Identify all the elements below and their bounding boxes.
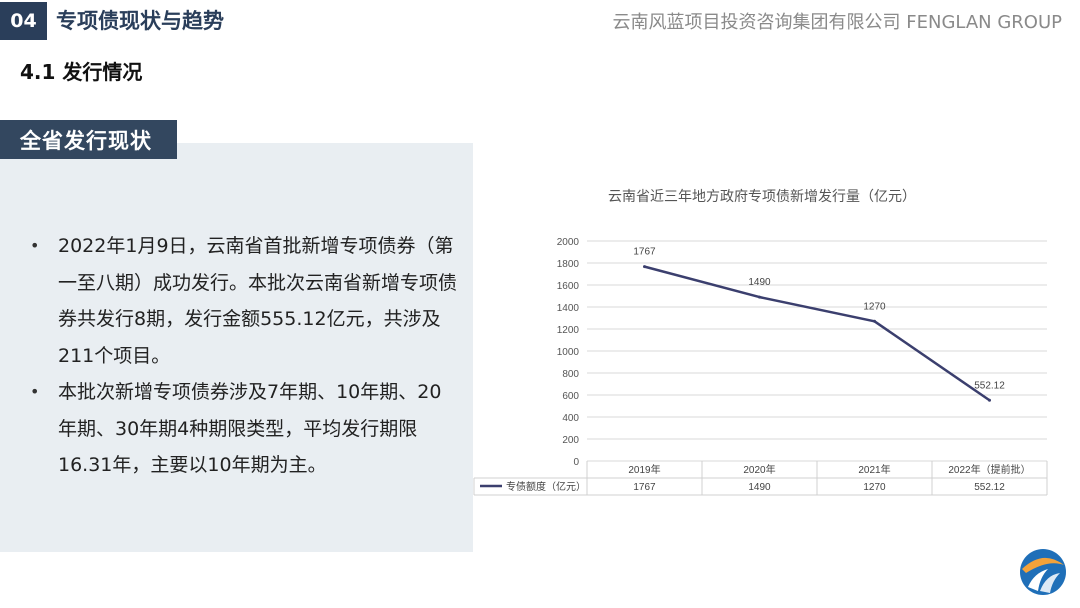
data-point [988,398,991,402]
data-label: 552.12 [974,380,1005,391]
y-tick-label: 1600 [557,281,580,292]
x-category-label: 2020年 [743,463,775,476]
legend-label: 专债额度（亿元） [506,480,586,493]
table-value: 1490 [748,482,771,493]
line-chart: 云南省近三年地方政府专项债新增发行量（亿元） 0 200 400 600 800 1000… [473,188,1048,496]
data-point [873,319,876,323]
x-category-label: 2019年 [628,463,660,476]
y-tick-label: 1400 [557,303,580,314]
bullet-item: 本批次新增专项债券涉及7年期、10年期、20年期、30年期4种期限类型，平均发行… [28,374,458,484]
data-label: 1490 [748,277,771,288]
sub-title: 4.1 发行情况 [20,60,143,84]
chart-series: 1767 1490 1270 552.12 [633,247,1005,402]
section-number: 04 [0,2,47,40]
y-tick-label: 600 [562,391,579,402]
x-category-label: 2022年（提前批） [948,463,1030,476]
y-tick-label: 1800 [557,259,580,270]
panel-tab-label: 全省发行现状 [0,120,177,159]
data-label: 1767 [633,247,656,258]
y-tick-label: 400 [562,413,579,424]
table-value: 552.12 [974,482,1005,493]
y-tick-label: 1000 [557,347,580,358]
data-table: 2019年 1767 2020年 1490 2021年 1270 2022年（提前批） 552… [473,461,1048,496]
chart-title: 云南省近三年地方政府专项债新增发行量（亿元） [608,188,916,204]
bullet-list: 2022年1月9日，云南省首批新增专项债券（第一至八期）成功发行。本批次云南省新… [28,228,458,484]
y-tick-label: 0 [573,457,579,468]
y-tick-label: 2000 [557,237,580,248]
data-label: 1270 [863,301,886,312]
data-point [758,295,761,299]
bullet-item: 2022年1月9日，云南省首批新增专项债券（第一至八期）成功发行。本批次云南省新… [28,228,458,374]
series-line [644,265,991,402]
y-axis-ticks: 0 200 400 600 800 1000 1200 1400 1600 1800 2000 [557,237,580,468]
table-value: 1270 [863,482,886,493]
section-title: 专项债现状与趋势 [56,9,224,33]
fenglan-logo-icon [1020,549,1066,595]
data-point [643,265,646,269]
x-category-label: 2021年 [858,463,890,476]
chart-grid [587,240,1047,462]
company-name: 云南风蓝项目投资咨询集团有限公司 FENGLAN GROUP [612,12,1062,33]
table-value: 1767 [633,482,656,493]
y-tick-label: 1200 [557,325,580,336]
y-tick-label: 800 [562,369,579,380]
y-tick-label: 200 [562,435,579,446]
